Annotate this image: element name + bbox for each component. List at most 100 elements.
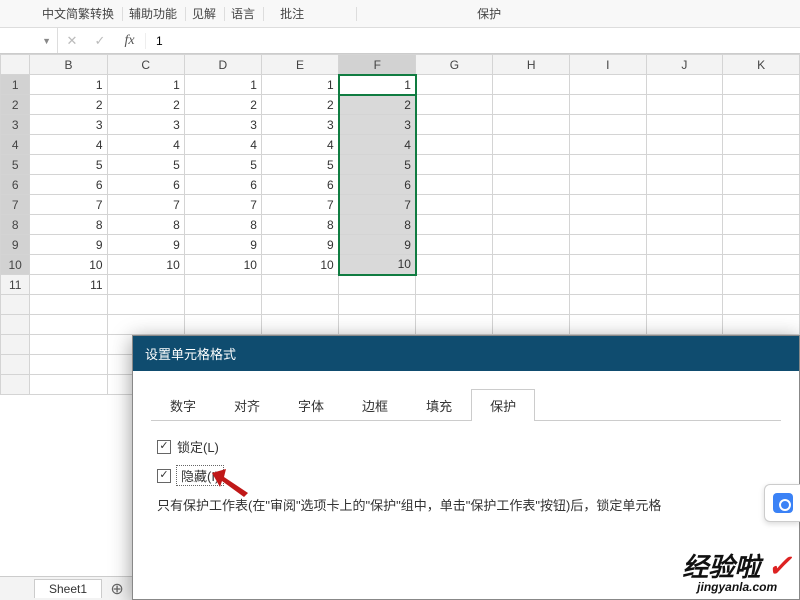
cell[interactable] <box>646 295 723 315</box>
cell[interactable]: 5 <box>261 155 338 175</box>
cell[interactable] <box>416 135 493 155</box>
cell[interactable] <box>570 75 646 95</box>
cell[interactable] <box>570 295 646 315</box>
cell[interactable]: 2 <box>261 95 338 115</box>
row-header[interactable]: 7 <box>1 195 30 215</box>
row-header[interactable]: 2 <box>1 95 30 115</box>
cell[interactable] <box>416 215 493 235</box>
cell[interactable] <box>646 175 723 195</box>
cell[interactable] <box>416 95 493 115</box>
cell[interactable] <box>646 235 723 255</box>
cell[interactable]: 6 <box>184 175 261 195</box>
cell[interactable]: 10 <box>339 255 416 275</box>
cell[interactable]: 2 <box>107 95 184 115</box>
row-header[interactable]: 10 <box>1 255 30 275</box>
cell[interactable]: 7 <box>339 195 416 215</box>
cell[interactable] <box>570 195 646 215</box>
cell[interactable] <box>416 175 493 195</box>
cell[interactable] <box>570 155 646 175</box>
cell[interactable] <box>184 295 261 315</box>
cell[interactable]: 3 <box>107 115 184 135</box>
cell[interactable]: 6 <box>30 175 107 195</box>
row-header[interactable]: 4 <box>1 135 30 155</box>
cell[interactable]: 6 <box>261 175 338 195</box>
cell[interactable] <box>723 115 800 135</box>
cell[interactable]: 6 <box>339 175 416 195</box>
cell[interactable] <box>339 315 416 335</box>
cell[interactable] <box>723 175 800 195</box>
cell[interactable]: 7 <box>107 195 184 215</box>
cell[interactable] <box>339 295 416 315</box>
cell[interactable] <box>723 255 800 275</box>
cell[interactable]: 9 <box>30 235 107 255</box>
row-header[interactable] <box>1 295 30 315</box>
row-header[interactable]: 9 <box>1 235 30 255</box>
ribbon-group-protect[interactable]: 保护 <box>356 7 571 21</box>
cell[interactable] <box>30 375 107 395</box>
dialog-tab-3[interactable]: 边框 <box>343 389 407 421</box>
cell[interactable] <box>570 255 646 275</box>
row-header[interactable]: 6 <box>1 175 30 195</box>
ribbon-group-comments[interactable]: 批注 <box>263 7 354 21</box>
cell[interactable] <box>493 195 570 215</box>
cell[interactable]: 1 <box>30 75 107 95</box>
row-header[interactable]: 1 <box>1 75 30 95</box>
cell[interactable] <box>261 275 338 295</box>
cell[interactable] <box>107 275 184 295</box>
cell[interactable] <box>723 275 800 295</box>
cell[interactable]: 10 <box>30 255 107 275</box>
cell[interactable]: 9 <box>261 235 338 255</box>
cell[interactable] <box>493 175 570 195</box>
cell[interactable]: 6 <box>107 175 184 195</box>
column-header[interactable]: E <box>261 55 338 75</box>
cell[interactable]: 3 <box>30 115 107 135</box>
cell[interactable] <box>723 155 800 175</box>
cell[interactable]: 1 <box>107 75 184 95</box>
cell[interactable] <box>416 255 493 275</box>
cell[interactable]: 5 <box>30 155 107 175</box>
cell[interactable]: 4 <box>107 135 184 155</box>
cell[interactable] <box>646 315 723 335</box>
ribbon-group-insights[interactable]: 见解 <box>185 7 222 21</box>
cell[interactable] <box>723 235 800 255</box>
cell[interactable] <box>261 315 338 335</box>
column-header[interactable]: F <box>339 55 416 75</box>
dialog-tab-0[interactable]: 数字 <box>151 389 215 421</box>
column-header[interactable]: J <box>646 55 723 75</box>
cell[interactable] <box>570 215 646 235</box>
cell[interactable] <box>723 295 800 315</box>
cell[interactable] <box>723 75 800 95</box>
cell[interactable] <box>646 155 723 175</box>
cell[interactable] <box>646 195 723 215</box>
cell[interactable] <box>570 115 646 135</box>
cell[interactable]: 8 <box>107 215 184 235</box>
column-header[interactable]: B <box>30 55 107 75</box>
cell[interactable] <box>30 335 107 355</box>
fx-icon[interactable]: fx <box>114 33 146 49</box>
dialog-tab-4[interactable]: 填充 <box>407 389 471 421</box>
cell[interactable] <box>493 275 570 295</box>
row-header[interactable] <box>1 375 30 395</box>
ribbon-group-accessibility[interactable]: 辅助功能 <box>122 7 183 21</box>
sheet-tab-sheet1[interactable]: Sheet1 <box>34 579 102 598</box>
cell[interactable] <box>493 115 570 135</box>
cell[interactable]: 4 <box>30 135 107 155</box>
cell[interactable] <box>493 315 570 335</box>
cell[interactable] <box>261 295 338 315</box>
cell[interactable]: 7 <box>184 195 261 215</box>
cell[interactable] <box>723 135 800 155</box>
cell[interactable] <box>646 215 723 235</box>
cell[interactable]: 3 <box>261 115 338 135</box>
column-header[interactable]: D <box>184 55 261 75</box>
row-header[interactable] <box>1 355 30 375</box>
column-header[interactable]: C <box>107 55 184 75</box>
cell[interactable] <box>646 275 723 295</box>
cell[interactable] <box>646 95 723 115</box>
column-header[interactable]: I <box>570 55 646 75</box>
cell[interactable] <box>646 255 723 275</box>
cell[interactable]: 4 <box>184 135 261 155</box>
cell[interactable]: 2 <box>30 95 107 115</box>
cell[interactable] <box>570 315 646 335</box>
cell[interactable] <box>570 135 646 155</box>
accept-formula-icon[interactable]: ✓ <box>86 33 114 49</box>
